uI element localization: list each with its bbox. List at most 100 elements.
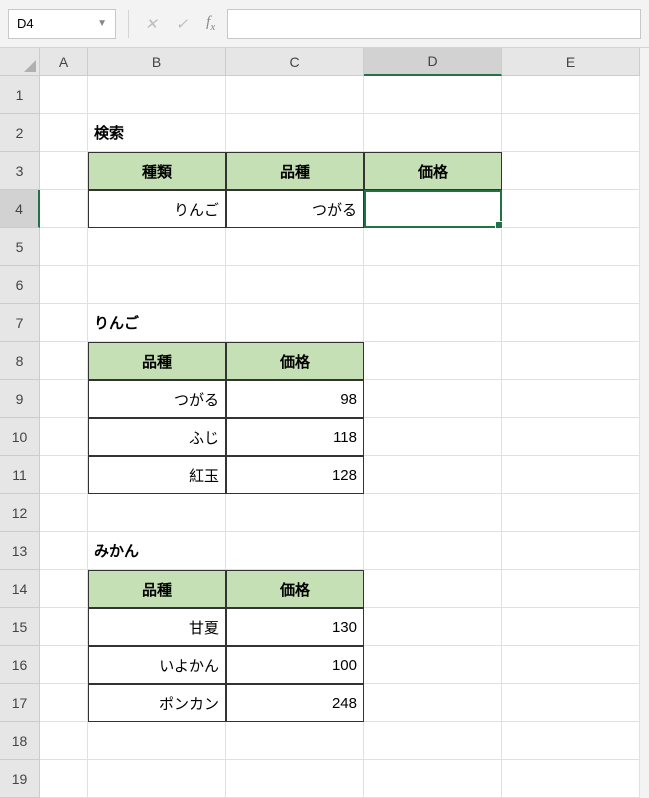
label-search[interactable]: 検索 (88, 114, 226, 152)
cell-D5[interactable] (364, 228, 502, 266)
column-header-E[interactable]: E (502, 48, 640, 76)
cell-D15[interactable] (364, 608, 502, 646)
row-header-17[interactable]: 17 (0, 684, 40, 722)
cell-A9[interactable] (40, 380, 88, 418)
cell-C7[interactable] (226, 304, 364, 342)
row-header-7[interactable]: 7 (0, 304, 40, 342)
cell-D11[interactable] (364, 456, 502, 494)
column-header-C[interactable]: C (226, 48, 364, 76)
row-header-10[interactable]: 10 (0, 418, 40, 456)
row-header-1[interactable]: 1 (0, 76, 40, 114)
cell-D9[interactable] (364, 380, 502, 418)
search-type[interactable]: りんご (88, 190, 226, 228)
cell-D19[interactable] (364, 760, 502, 798)
cell-D13[interactable] (364, 532, 502, 570)
cell-A14[interactable] (40, 570, 88, 608)
cell-A5[interactable] (40, 228, 88, 266)
apple-price-2[interactable]: 128 (226, 456, 364, 494)
cell-A11[interactable] (40, 456, 88, 494)
row-header-19[interactable]: 19 (0, 760, 40, 798)
search-price[interactable] (364, 190, 502, 228)
orange-variety-1[interactable]: いよかん (88, 646, 226, 684)
cell-E13[interactable] (502, 532, 640, 570)
row-header-6[interactable]: 6 (0, 266, 40, 304)
cell-E4[interactable] (502, 190, 640, 228)
cell-E5[interactable] (502, 228, 640, 266)
cell-D16[interactable] (364, 646, 502, 684)
apple-header-0[interactable]: 品種 (88, 342, 226, 380)
cell-C12[interactable] (226, 494, 364, 532)
cell-A17[interactable] (40, 684, 88, 722)
orange-price-2[interactable]: 248 (226, 684, 364, 722)
apple-price-1[interactable]: 118 (226, 418, 364, 456)
orange-variety-2[interactable]: ポンカン (88, 684, 226, 722)
cell-C18[interactable] (226, 722, 364, 760)
cell-C5[interactable] (226, 228, 364, 266)
apple-variety-2[interactable]: 紅玉 (88, 456, 226, 494)
search-header-2[interactable]: 価格 (364, 152, 502, 190)
cell-E14[interactable] (502, 570, 640, 608)
apple-price-0[interactable]: 98 (226, 380, 364, 418)
cell-D8[interactable] (364, 342, 502, 380)
cell-A12[interactable] (40, 494, 88, 532)
select-all-corner[interactable] (0, 48, 40, 76)
row-header-11[interactable]: 11 (0, 456, 40, 494)
cell-D2[interactable] (364, 114, 502, 152)
cell-A18[interactable] (40, 722, 88, 760)
row-header-5[interactable]: 5 (0, 228, 40, 266)
cell-A19[interactable] (40, 760, 88, 798)
cell-E11[interactable] (502, 456, 640, 494)
apple-variety-0[interactable]: つがる (88, 380, 226, 418)
row-header-2[interactable]: 2 (0, 114, 40, 152)
cell-A4[interactable] (40, 190, 88, 228)
fx-icon[interactable]: fx (206, 14, 215, 33)
cell-D10[interactable] (364, 418, 502, 456)
cell-E3[interactable] (502, 152, 640, 190)
cell-E15[interactable] (502, 608, 640, 646)
orange-price-1[interactable]: 100 (226, 646, 364, 684)
cell-D12[interactable] (364, 494, 502, 532)
cell-E9[interactable] (502, 380, 640, 418)
search-header-0[interactable]: 種類 (88, 152, 226, 190)
row-header-4[interactable]: 4 (0, 190, 40, 228)
cell-A1[interactable] (40, 76, 88, 114)
row-header-16[interactable]: 16 (0, 646, 40, 684)
apple-header-1[interactable]: 価格 (226, 342, 364, 380)
cell-E2[interactable] (502, 114, 640, 152)
cell-D14[interactable] (364, 570, 502, 608)
cell-A16[interactable] (40, 646, 88, 684)
column-header-A[interactable]: A (40, 48, 88, 76)
cell-A2[interactable] (40, 114, 88, 152)
cell-B19[interactable] (88, 760, 226, 798)
cell-E8[interactable] (502, 342, 640, 380)
row-header-13[interactable]: 13 (0, 532, 40, 570)
cell-E17[interactable] (502, 684, 640, 722)
cell-A13[interactable] (40, 532, 88, 570)
cell-E12[interactable] (502, 494, 640, 532)
orange-header-1[interactable]: 価格 (226, 570, 364, 608)
row-header-8[interactable]: 8 (0, 342, 40, 380)
cell-D7[interactable] (364, 304, 502, 342)
cell-E10[interactable] (502, 418, 640, 456)
cell-E1[interactable] (502, 76, 640, 114)
label-orange[interactable]: みかん (88, 532, 226, 570)
cell-C13[interactable] (226, 532, 364, 570)
row-header-15[interactable]: 15 (0, 608, 40, 646)
dropdown-icon[interactable]: ▼ (97, 18, 107, 29)
formula-input[interactable] (227, 9, 641, 39)
cell-A3[interactable] (40, 152, 88, 190)
cell-B18[interactable] (88, 722, 226, 760)
row-header-14[interactable]: 14 (0, 570, 40, 608)
orange-price-0[interactable]: 130 (226, 608, 364, 646)
row-header-12[interactable]: 12 (0, 494, 40, 532)
cell-B1[interactable] (88, 76, 226, 114)
cell-A6[interactable] (40, 266, 88, 304)
cell-A7[interactable] (40, 304, 88, 342)
search-header-1[interactable]: 品種 (226, 152, 364, 190)
cell-D6[interactable] (364, 266, 502, 304)
row-header-9[interactable]: 9 (0, 380, 40, 418)
cell-D18[interactable] (364, 722, 502, 760)
column-header-B[interactable]: B (88, 48, 226, 76)
cell-D17[interactable] (364, 684, 502, 722)
cell-E6[interactable] (502, 266, 640, 304)
